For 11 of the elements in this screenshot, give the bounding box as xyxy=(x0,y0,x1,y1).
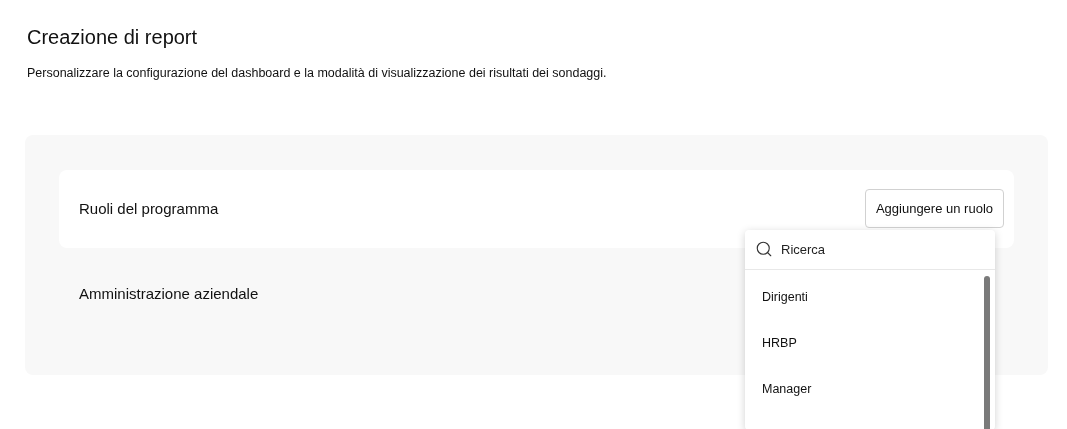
role-option[interactable]: Dirigenti xyxy=(762,287,984,306)
role-option[interactable]: Manager xyxy=(762,379,984,398)
search-field[interactable]: Ricerca xyxy=(781,239,961,259)
scrollbar[interactable] xyxy=(984,275,990,429)
page-description: Personalizzare la configurazione del dashboard e la modalità di visualizzazione dei risultati dei sondaggi. xyxy=(27,65,608,82)
search-icon xyxy=(755,240,773,259)
section-label: Ruoli del programma xyxy=(79,198,219,219)
role-option[interactable]: HRBP xyxy=(762,333,984,352)
page-title: Creazione di report xyxy=(27,25,199,50)
add-role-button[interactable]: Aggiungere un ruolo xyxy=(864,189,1004,229)
section-label: Amministrazione aziendale xyxy=(79,284,259,302)
